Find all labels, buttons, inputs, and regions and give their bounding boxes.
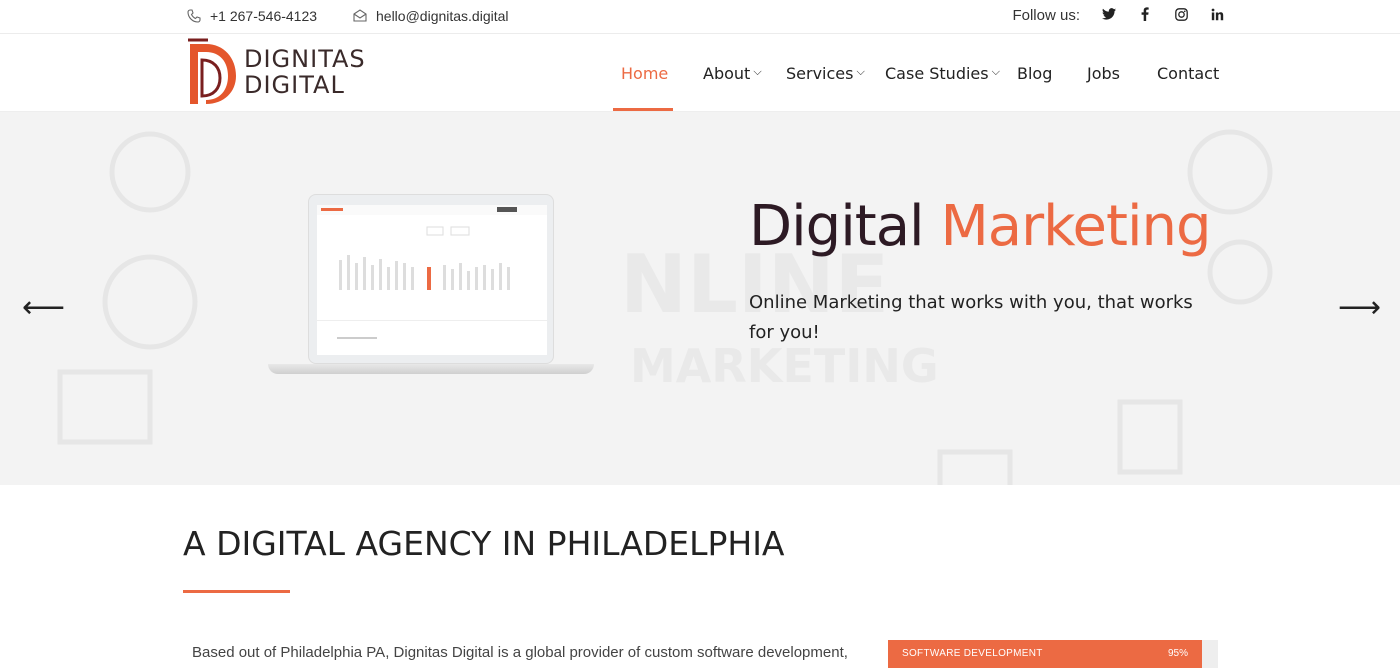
nav-case-studies[interactable]: Case Studies ⌵ [885, 64, 1000, 83]
section-title: A DIGITAL AGENCY IN PHILADELPHIA [183, 524, 785, 563]
follow-label: Follow us: [1012, 7, 1080, 24]
email-address[interactable]: hello@dignitas.digital [376, 8, 509, 24]
slider-next-arrow[interactable]: ⟶ [1338, 290, 1381, 325]
top-bar: +1 267-546-4123 hello@dignitas.digital F… [0, 0, 1400, 34]
social-links: Follow us: [1012, 7, 1224, 24]
hero-title: Digital Marketing [749, 194, 1212, 259]
nav-about[interactable]: About ⌵ [703, 64, 762, 83]
phone-number[interactable]: +1 267-546-4123 [210, 8, 317, 24]
logo-text: DIGNITAS DIGITAL [244, 46, 366, 98]
facebook-icon[interactable] [1138, 7, 1152, 24]
nav-active-indicator [613, 108, 673, 111]
nav-home[interactable]: Home [621, 64, 668, 83]
hero-slider: NLINE MARKETING ⟵ ⟶ Digital Marketing On… [0, 112, 1400, 485]
logo-mark-icon [188, 38, 236, 104]
instagram-icon[interactable] [1174, 7, 1188, 24]
skill-percent: 95% [1167, 648, 1188, 659]
logo[interactable]: DIGNITAS DIGITAL [186, 38, 366, 106]
section-paragraph: Based out of Philadelphia PA, Dignitas D… [192, 644, 848, 661]
nav-case-studies-label: Case Studies [885, 64, 989, 83]
site-header: DIGNITAS DIGITAL Home About ⌵ Services ⌵ C… [0, 34, 1400, 112]
email-contact[interactable]: hello@dignitas.digital [352, 8, 509, 24]
linkedin-icon[interactable] [1210, 8, 1224, 24]
slider-prev-arrow[interactable]: ⟵ [22, 290, 65, 325]
dashboard-screenshot [317, 205, 547, 355]
chevron-down-icon: ⌵ [856, 65, 865, 78]
nav-contact[interactable]: Contact [1157, 64, 1219, 83]
skill-bar: SOFTWARE DEVELOPMENT 95% [888, 640, 1218, 668]
twitter-icon[interactable] [1102, 8, 1116, 23]
nav-services-label: Services [786, 64, 854, 83]
logo-line-2: DIGITAL [244, 71, 345, 99]
hero-subtitle: Online Marketing that works with you, th… [749, 292, 1193, 343]
hero-title-accent: Marketing [940, 194, 1211, 259]
envelope-icon [352, 8, 368, 24]
chevron-down-icon: ⌵ [753, 65, 762, 78]
laptop-screen [308, 194, 554, 364]
nav-services[interactable]: Services ⌵ [786, 64, 865, 83]
phone-icon [186, 8, 202, 24]
nav-about-label: About [703, 64, 751, 83]
phone-contact[interactable]: +1 267-546-4123 [186, 8, 317, 24]
section-divider [183, 590, 290, 593]
skill-label: SOFTWARE DEVELOPMENT [902, 648, 1043, 659]
nav-blog[interactable]: Blog [1017, 64, 1052, 83]
laptop-base [268, 364, 594, 374]
hero-title-main: Digital [749, 194, 925, 259]
nav-jobs[interactable]: Jobs [1087, 64, 1120, 83]
laptop-image [268, 194, 594, 388]
chevron-down-icon: ⌵ [991, 65, 1000, 78]
logo-line-1: DIGNITAS [244, 45, 366, 73]
